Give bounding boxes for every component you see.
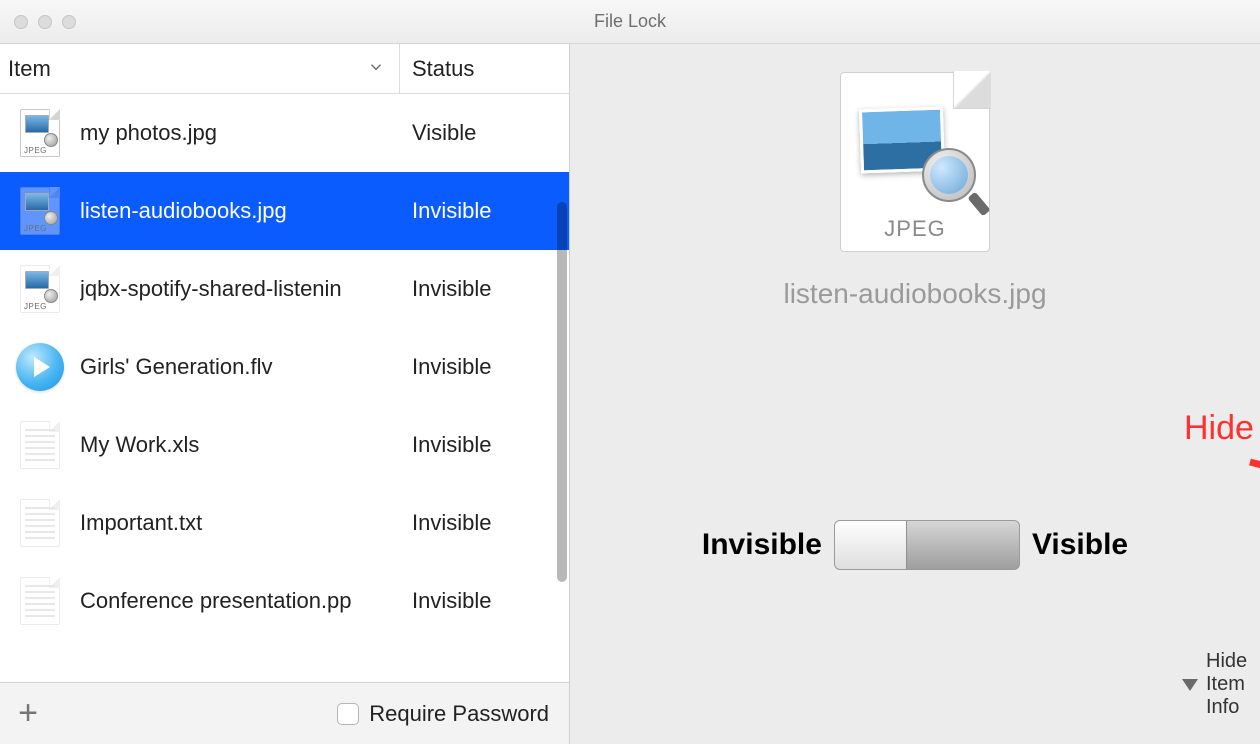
file-name: my photos.jpg: [80, 120, 400, 146]
file-list[interactable]: JPEG my photos.jpgVisible JPEG listen-audio…: [0, 94, 569, 682]
file-status: Invisible: [400, 588, 569, 614]
annotation-hide-label: Hide: [1184, 409, 1254, 448]
disclosure-label: Hide Item Info: [1206, 650, 1260, 719]
hide-item-info-disclosure[interactable]: Hide Item Info: [1182, 650, 1260, 719]
scrollbar[interactable]: [557, 202, 567, 582]
window-body: Item Status JPEGmy photos.jpgVisibleJPEG…: [0, 44, 1260, 744]
file-name: Conference presentation.pp: [80, 588, 400, 614]
file-status: Invisible: [400, 354, 569, 380]
file-status: Visible: [400, 120, 569, 146]
file-list-pane: Item Status JPEGmy photos.jpgVisibleJPEG…: [0, 44, 570, 744]
visibility-toggle-row: Invisible Visible: [570, 520, 1260, 570]
file-name: Girls' Generation.flv: [80, 354, 400, 380]
chevron-down-icon: [367, 58, 385, 76]
file-icon: [20, 577, 60, 625]
file-name: listen-audiobooks.jpg: [80, 198, 400, 224]
file-status: Invisible: [400, 510, 569, 536]
file-name: My Work.xls: [80, 432, 400, 458]
column-header-status-label: Status: [412, 56, 474, 82]
close-window-button[interactable]: [14, 15, 28, 29]
table-row[interactable]: Conference presentation.ppInvisible: [0, 562, 569, 640]
detail-filename: listen-audiobooks.jpg: [783, 278, 1046, 310]
column-header-item[interactable]: Item: [0, 44, 400, 93]
file-icon: JPEG: [20, 265, 60, 313]
minimize-window-button[interactable]: [38, 15, 52, 29]
titlebar: File Lock: [0, 0, 1260, 44]
table-row[interactable]: JPEG jqbx-spotify-shared-listeninInvisibl…: [0, 250, 569, 328]
table-row[interactable]: Important.txtInvisible: [0, 484, 569, 562]
column-headers: Item Status: [0, 44, 569, 94]
visibility-toggle[interactable]: [834, 520, 1020, 570]
window-title: File Lock: [0, 11, 1260, 32]
toggle-label-visible: Visible: [1032, 528, 1128, 562]
detail-pane: JPEG listen-audiobooks.jpg Invisible Vis…: [570, 44, 1260, 744]
file-icon: [20, 421, 60, 469]
file-status: Invisible: [400, 276, 569, 302]
table-row[interactable]: JPEG listen-audiobooks.jpgInvisible: [0, 172, 569, 250]
file-type-caption: JPEG: [840, 216, 990, 242]
file-name: Important.txt: [80, 510, 400, 536]
column-header-item-label: Item: [8, 56, 51, 82]
toggle-label-invisible: Invisible: [702, 528, 822, 562]
file-status: Invisible: [400, 198, 569, 224]
file-icon: JPEG: [20, 187, 60, 235]
app-window: File Lock Item Status JPEGmy photos.jpgV…: [0, 0, 1260, 744]
file-preview-icon: JPEG: [840, 72, 990, 252]
table-row[interactable]: JPEG my photos.jpgVisible: [0, 94, 569, 172]
file-name: jqbx-spotify-shared-listenin: [80, 276, 400, 302]
file-icon: JPEG: [20, 109, 60, 157]
table-row[interactable]: Girls' Generation.flvInvisible: [0, 328, 569, 406]
require-password-label: Require Password: [369, 701, 549, 727]
file-icon: [20, 499, 60, 547]
column-header-status[interactable]: Status: [400, 44, 569, 93]
list-footer: + Require Password: [0, 682, 569, 744]
file-status: Invisible: [400, 432, 569, 458]
window-controls: [14, 15, 76, 29]
table-row[interactable]: My Work.xlsInvisible: [0, 406, 569, 484]
toggle-knob: [835, 521, 907, 569]
require-password-option[interactable]: Require Password: [337, 701, 569, 727]
video-icon: [16, 343, 64, 391]
zoom-window-button[interactable]: [62, 15, 76, 29]
add-button[interactable]: +: [0, 686, 56, 742]
require-password-checkbox[interactable]: [337, 703, 359, 725]
disclosure-triangle-icon: [1182, 679, 1198, 691]
